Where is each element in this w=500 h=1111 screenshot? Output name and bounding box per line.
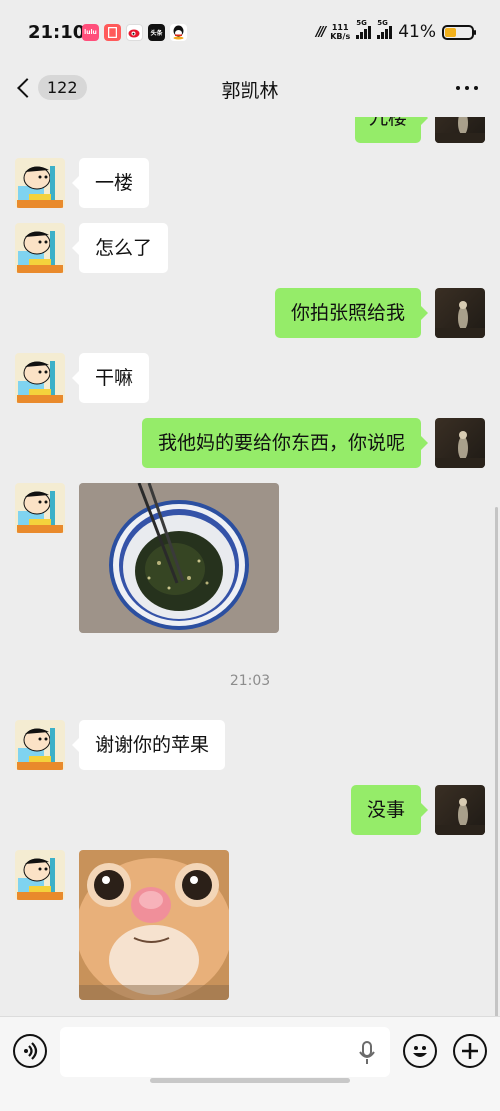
message-bubble-outgoing[interactable]: 我他妈的要给你东西，你说呢: [141, 418, 429, 468]
timestamp-separator: 21:03: [229, 673, 271, 689]
my-avatar[interactable]: [435, 117, 485, 143]
mic-icon[interactable]: [358, 1041, 376, 1069]
emoji-icon[interactable]: [403, 1034, 437, 1068]
message-row: [0, 483, 500, 633]
message-row: 干嘛: [0, 353, 500, 403]
contact-avatar[interactable]: [15, 353, 65, 403]
notes-app-icon: [104, 24, 121, 41]
voice-icon[interactable]: [13, 1034, 47, 1068]
more-dots-icon[interactable]: [456, 86, 478, 90]
message-row: 一楼: [0, 158, 500, 208]
message-text-input[interactable]: [60, 1027, 390, 1077]
chat-header: 122 郭凯林: [0, 62, 500, 117]
my-avatar[interactable]: [435, 288, 485, 338]
message-row: [0, 850, 500, 1000]
network-speed-unit: KB/s: [330, 32, 351, 41]
message-bubble-incoming[interactable]: 一楼: [71, 158, 150, 208]
news-app-icon: 头条: [148, 24, 165, 41]
status-bar: 21:10 lulu 头条 /// 111 KB/s 5G 5G 41%: [0, 0, 500, 62]
chat-message-list[interactable]: 九楼 一楼 怎么了 你拍张照给我 干嘛 我他妈的要给你东西，你说呢 21:03 …: [0, 117, 500, 1016]
message-row: 我他妈的要给你东西，你说呢: [0, 418, 500, 468]
chat-title: 郭凯林: [221, 80, 279, 102]
message-row: 你拍张照给我: [0, 288, 500, 338]
message-row: 没事: [0, 785, 500, 835]
food-bowl-photo[interactable]: [79, 483, 279, 633]
message-bubble-outgoing[interactable]: 你拍张照给我: [274, 288, 429, 338]
signal-strength-2-icon: 5G: [377, 19, 393, 39]
qq-icon: [170, 24, 187, 41]
chat-scrollbar[interactable]: [495, 507, 498, 1016]
status-app-icons: lulu 头条: [82, 24, 187, 41]
message-row: 九楼: [0, 117, 500, 143]
weibo-icon: [126, 24, 143, 41]
contact-avatar[interactable]: [15, 483, 65, 533]
message-row: 谢谢你的苹果: [0, 720, 500, 770]
message-input-bar: [0, 1016, 500, 1111]
message-bubble-incoming[interactable]: 谢谢你的苹果: [71, 720, 226, 770]
my-avatar[interactable]: [435, 418, 485, 468]
network-speed: 111 KB/s: [330, 23, 350, 41]
signal-1-label: 5G: [356, 19, 367, 27]
status-time: 21:10: [28, 22, 86, 43]
signal-2-label: 5G: [377, 19, 388, 27]
hd-signal-icon: ///: [315, 24, 326, 40]
battery-icon: [442, 24, 476, 40]
contact-avatar[interactable]: [15, 850, 65, 900]
home-indicator[interactable]: [150, 1078, 350, 1083]
my-avatar[interactable]: [435, 785, 485, 835]
message-row: 怎么了: [0, 223, 500, 273]
battery-percent: 41%: [398, 22, 436, 42]
message-bubble-incoming[interactable]: 怎么了: [71, 223, 169, 273]
status-right: /// 111 KB/s 5G 5G 41%: [315, 19, 476, 42]
contact-avatar[interactable]: [15, 720, 65, 770]
contact-avatar[interactable]: [15, 223, 65, 273]
contact-avatar[interactable]: [15, 158, 65, 208]
network-speed-value: 111: [331, 23, 349, 32]
message-bubble-incoming[interactable]: 干嘛: [71, 353, 150, 403]
message-bubble-outgoing[interactable]: 九楼: [354, 117, 429, 143]
cat-face-photo[interactable]: [79, 850, 229, 1000]
message-bubble-outgoing[interactable]: 没事: [350, 785, 429, 835]
plus-icon[interactable]: [453, 1034, 487, 1068]
lulu-app-icon: lulu: [82, 24, 99, 41]
signal-strength-icon: 5G: [356, 19, 372, 39]
